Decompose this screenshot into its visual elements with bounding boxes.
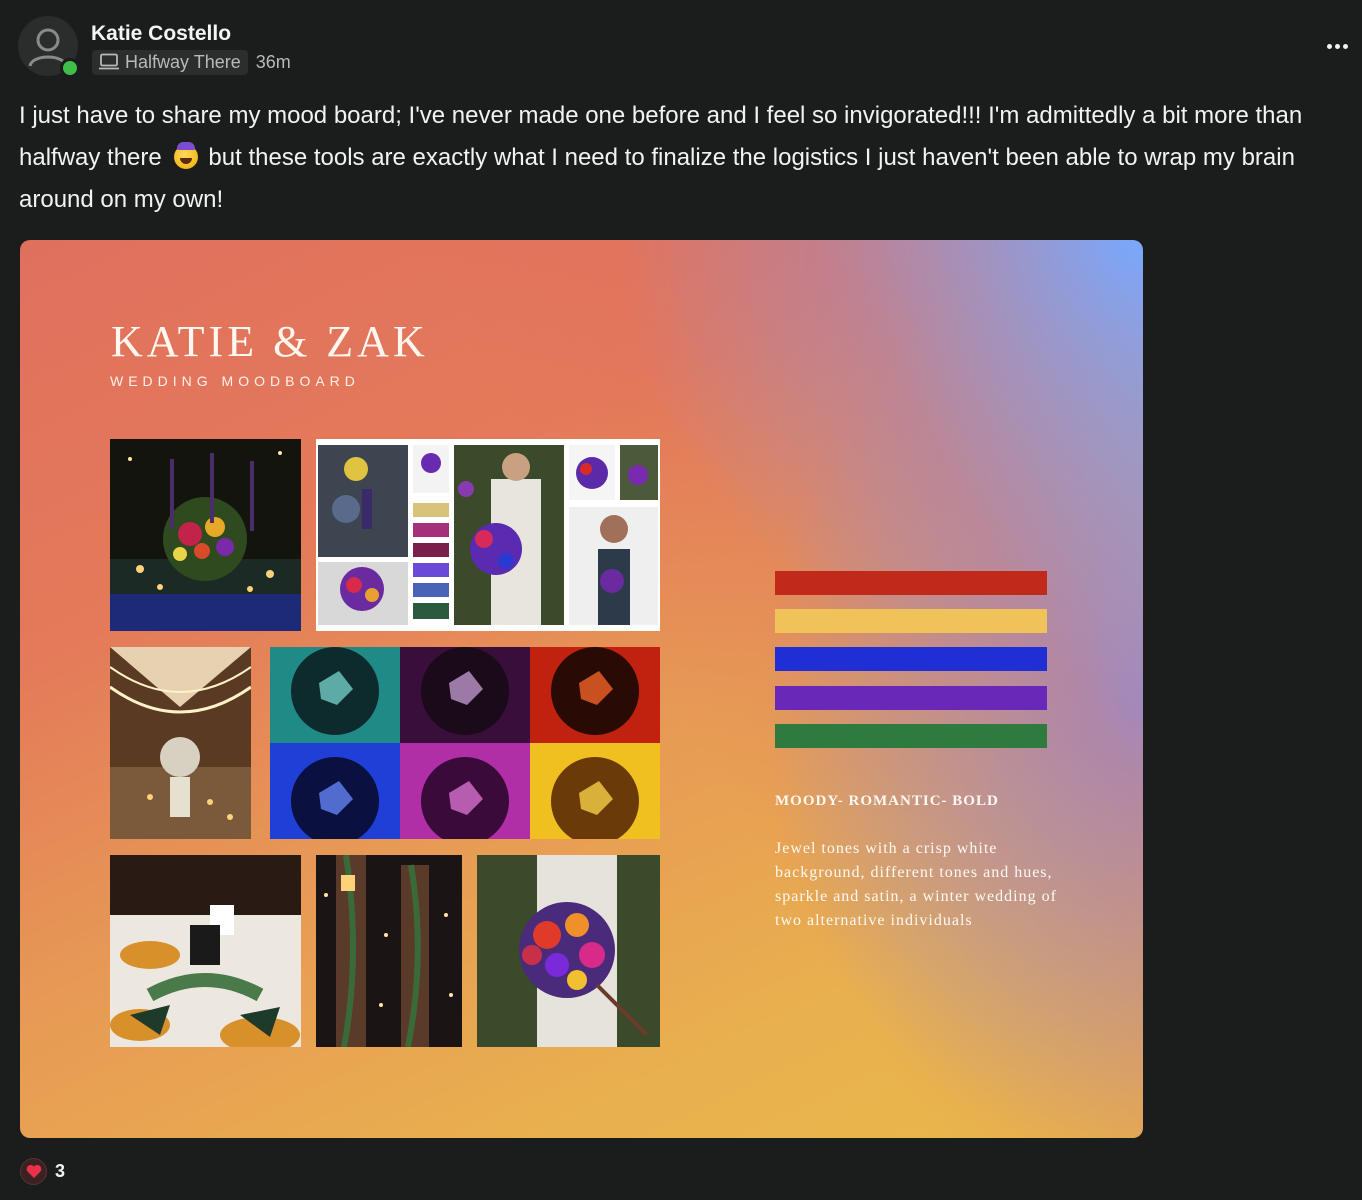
star-struck-emoji-icon — [174, 142, 199, 169]
post-text-part2: but these tools are exactly what I need … — [19, 144, 1295, 213]
laptop-icon — [99, 53, 119, 70]
mood-description: Jewel tones with a crisp white backgroun… — [775, 840, 1057, 929]
gem-color-grid — [270, 647, 660, 839]
color-swatch-yellow — [775, 609, 1047, 633]
color-swatch-green — [775, 724, 1047, 748]
post-timestamp: 36m — [255, 51, 291, 72]
photo-bridal-bouquet — [477, 855, 660, 1047]
more-options-button[interactable] — [1320, 36, 1354, 56]
more-options-dot — [1334, 43, 1340, 49]
author-name[interactable]: Katie Costello — [91, 22, 231, 46]
more-options-icon — [1326, 43, 1332, 49]
reaction-bar[interactable]: 3 — [20, 1158, 65, 1185]
photo-table-setting — [110, 855, 301, 1047]
moodboard-title: KATIE & ZAK — [111, 317, 429, 366]
post-meta: Halfway There 36m — [92, 49, 291, 75]
mood-heading: MOODY- ROMANTIC- BOLD — [775, 793, 999, 809]
photo-wooden-pillars — [316, 855, 462, 1047]
photo-string-lights-barn — [110, 647, 251, 839]
online-status-indicator — [60, 58, 80, 78]
post-body: I just have to share my mood board; I've… — [19, 95, 1349, 221]
photo-candle-tablescape — [110, 439, 301, 631]
level-label: Halfway There — [125, 51, 241, 72]
reaction-count: 3 — [55, 1161, 66, 1181]
level-badge: Halfway There — [92, 49, 248, 75]
moodboard-image[interactable]: KATIE & ZAK WEDDING MOODBOARD MOODY- ROM… — [20, 240, 1143, 1138]
color-swatch-red — [775, 571, 1047, 595]
more-options-dot — [1342, 43, 1348, 49]
photo-bouquet-collage — [316, 439, 660, 631]
color-swatch-purple — [775, 686, 1047, 710]
heart-icon[interactable] — [20, 1158, 47, 1185]
color-swatch-blue — [775, 647, 1047, 671]
moodboard-subtitle: WEDDING MOODBOARD — [110, 373, 360, 389]
